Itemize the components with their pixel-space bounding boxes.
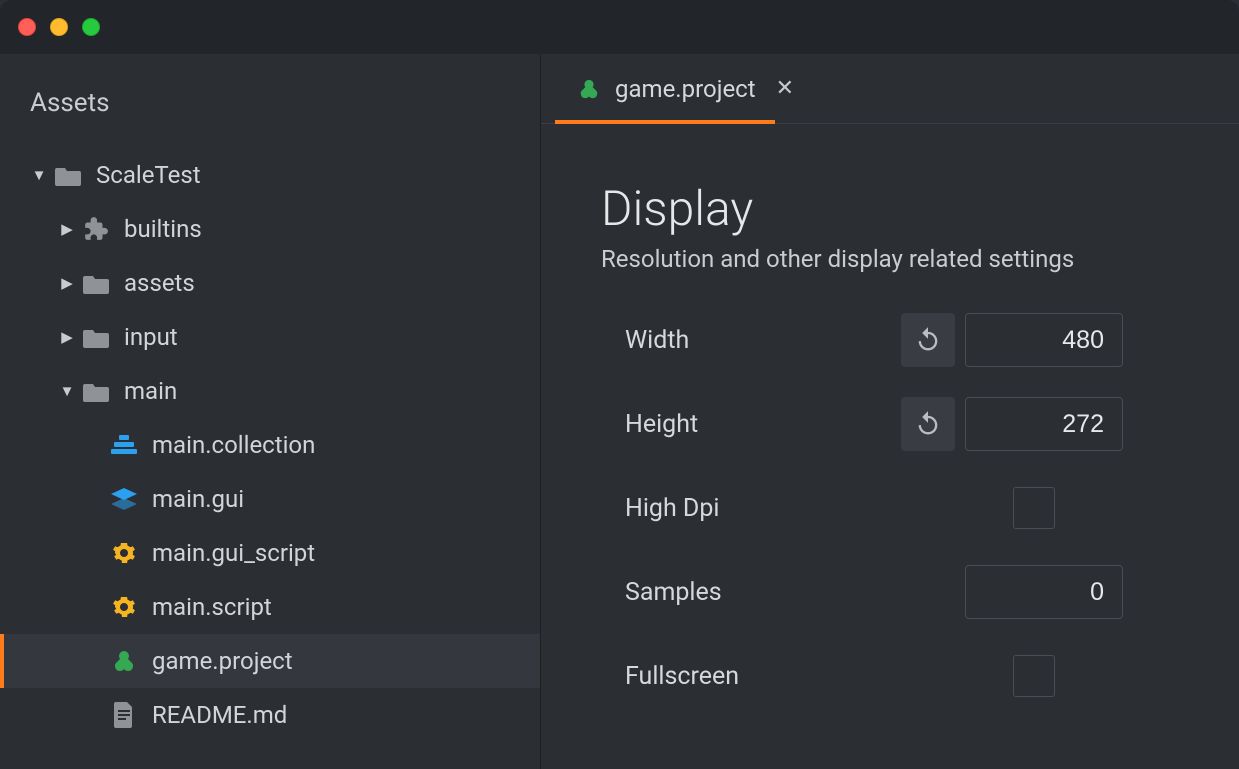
tab-label: game.project: [615, 75, 756, 103]
reset-button[interactable]: [901, 397, 955, 451]
assets-tree: ▼ ScaleTest ▶ builtins ▶: [0, 148, 540, 742]
tree-item-main-gui-script[interactable]: ▶ main.gui_script: [0, 526, 540, 580]
project-icon: [110, 647, 138, 675]
field-samples: Samples: [601, 565, 1179, 619]
fullscreen-checkbox[interactable]: [1013, 655, 1055, 697]
field-fullscreen: Fullscreen: [601, 649, 1179, 703]
tree-label: main.script: [152, 593, 272, 621]
document-icon: [110, 701, 138, 729]
tree-item-main-script[interactable]: ▶ main.script: [0, 580, 540, 634]
chevron-down-icon[interactable]: ▼: [58, 384, 76, 399]
window-zoom-button[interactable]: [82, 18, 100, 36]
field-width: Width: [601, 313, 1179, 367]
window-close-button[interactable]: [18, 18, 36, 36]
tab-game-project[interactable]: game.project ✕: [565, 54, 804, 123]
field-label: Samples: [601, 578, 901, 607]
undo-icon: [914, 410, 942, 438]
tree-label: main: [124, 377, 177, 405]
editor-tabbar: game.project ✕: [541, 54, 1239, 124]
tree-item-readme[interactable]: ▶ README.md: [0, 688, 540, 742]
assets-panel: Assets ▼ ScaleTest ▶ builtins: [0, 54, 540, 769]
field-height: Height: [601, 397, 1179, 451]
tree-label: ScaleTest: [96, 161, 201, 189]
width-input[interactable]: [965, 313, 1123, 367]
field-high-dpi: High Dpi: [601, 481, 1179, 535]
folder-icon: [82, 377, 110, 405]
gear-icon: [110, 593, 138, 621]
field-label: Fullscreen: [601, 662, 901, 691]
chevron-right-icon[interactable]: ▶: [58, 222, 76, 237]
tree-label: builtins: [124, 215, 202, 243]
chevron-right-icon[interactable]: ▶: [58, 330, 76, 345]
tree-item-main-gui[interactable]: ▶ main.gui: [0, 472, 540, 526]
close-icon[interactable]: ✕: [776, 76, 794, 101]
field-label: High Dpi: [601, 494, 901, 523]
folder-icon: [82, 269, 110, 297]
layers-icon: [110, 485, 138, 513]
gear-icon: [110, 539, 138, 567]
tree-label: assets: [124, 269, 195, 297]
mac-titlebar: [0, 0, 1239, 54]
field-label: Height: [601, 410, 901, 439]
tree-label: main.gui: [152, 485, 244, 513]
tree-item-main[interactable]: ▼ main: [0, 364, 540, 418]
tree-item-main-collection[interactable]: ▶ main.collection: [0, 418, 540, 472]
tree-label: README.md: [152, 701, 287, 729]
height-input[interactable]: [965, 397, 1123, 451]
chevron-down-icon[interactable]: ▼: [30, 168, 48, 183]
reset-button[interactable]: [901, 313, 955, 367]
window-minimize-button[interactable]: [50, 18, 68, 36]
samples-input[interactable]: [965, 565, 1123, 619]
tree-label: game.project: [152, 647, 293, 675]
tree-item-game-project[interactable]: ▶ game.project: [0, 634, 540, 688]
tree-label: main.gui_script: [152, 539, 315, 567]
tree-item-scaletest[interactable]: ▼ ScaleTest: [0, 148, 540, 202]
assets-panel-title: Assets: [0, 84, 540, 148]
high-dpi-checkbox[interactable]: [1013, 487, 1055, 529]
tree-item-assets[interactable]: ▶ assets: [0, 256, 540, 310]
tree-label: main.collection: [152, 431, 315, 459]
tree-item-input[interactable]: ▶ input: [0, 310, 540, 364]
chevron-right-icon[interactable]: ▶: [58, 276, 76, 291]
undo-icon: [914, 326, 942, 354]
collection-icon: [110, 431, 138, 459]
tree-label: input: [124, 323, 178, 351]
project-icon: [575, 78, 603, 100]
editor-panel: game.project ✕ Display Resolution and ot…: [540, 54, 1239, 769]
puzzle-icon: [82, 215, 110, 243]
settings-form: Display Resolution and other display rel…: [541, 124, 1239, 769]
tree-item-builtins[interactable]: ▶ builtins: [0, 202, 540, 256]
field-label: Width: [601, 326, 901, 355]
section-title: Display: [601, 180, 1179, 237]
folder-icon: [82, 323, 110, 351]
section-subtitle: Resolution and other display related set…: [601, 245, 1179, 273]
folder-icon: [54, 161, 82, 189]
